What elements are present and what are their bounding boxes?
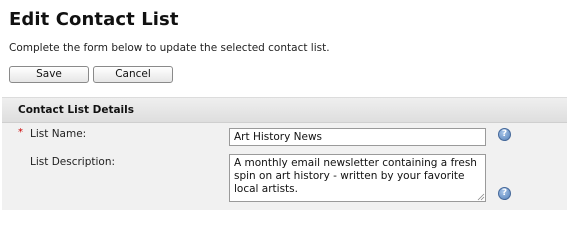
list-description-label: List Description: <box>30 156 116 168</box>
list-name-label: List Name: <box>30 128 87 140</box>
save-button[interactable]: Save <box>9 66 89 83</box>
section-header: Contact List Details <box>2 98 567 123</box>
list-name-help-icon[interactable]: ? <box>498 128 511 141</box>
page-title: Edit Contact List <box>9 9 179 30</box>
cancel-button[interactable]: Cancel <box>93 66 173 83</box>
list-description-help-icon[interactable]: ? <box>498 187 511 200</box>
page-intro: Complete the form below to update the se… <box>9 42 330 54</box>
resize-grip-icon[interactable] <box>477 193 485 201</box>
list-name-input[interactable] <box>229 128 486 146</box>
section-title: Contact List Details <box>18 104 135 116</box>
list-description-textarea[interactable]: A monthly email newsletter containing a … <box>229 154 486 202</box>
required-marker: * <box>18 127 23 138</box>
